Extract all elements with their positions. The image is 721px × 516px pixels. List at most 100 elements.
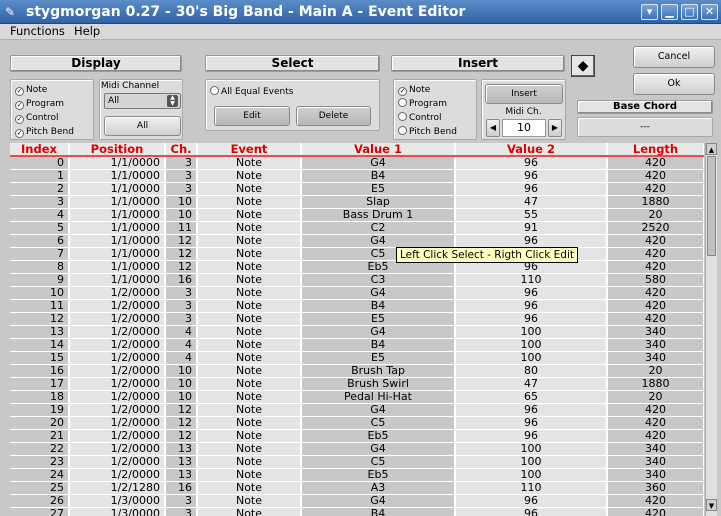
maximize-button[interactable]: □	[681, 4, 698, 20]
cell-event[interactable]: Note	[197, 286, 302, 300]
cell-value1[interactable]: E5	[301, 351, 456, 365]
cell-value2[interactable]: 100	[455, 468, 608, 482]
col-value2-header[interactable]: Value 2	[455, 143, 608, 157]
cell-index[interactable]: 26	[10, 494, 70, 508]
cell-event[interactable]: Note	[197, 468, 302, 482]
cell-position[interactable]: 1/1/0000	[69, 234, 166, 248]
cell-length[interactable]: 420	[607, 429, 704, 443]
cell-index[interactable]: 10	[10, 286, 70, 300]
table-row[interactable]: 10 1/2/0000 3 Note G4 96 420	[10, 286, 704, 300]
table-row[interactable]: 6 1/1/0000 12 Note G4 96 420	[10, 234, 704, 248]
cell-event[interactable]: Note	[197, 403, 302, 417]
table-row[interactable]: 12 1/2/0000 3 Note E5 96 420	[10, 312, 704, 326]
cell-position[interactable]: 1/2/0000	[69, 390, 166, 404]
cell-position[interactable]: 1/3/0000	[69, 494, 166, 508]
cell-index[interactable]: 22	[10, 442, 70, 456]
cell-length[interactable]: 360	[607, 481, 704, 495]
cell-value1[interactable]: G4	[301, 325, 456, 339]
cell-channel[interactable]: 13	[165, 442, 198, 456]
cell-position[interactable]: 1/1/0000	[69, 208, 166, 222]
cell-index[interactable]: 5	[10, 221, 70, 235]
display-pitchbend-checkbox[interactable]: ✓ Pitch Bend	[15, 125, 74, 139]
cell-channel[interactable]: 10	[165, 377, 198, 391]
cell-value1[interactable]: G4	[301, 442, 456, 456]
cell-event[interactable]: Note	[197, 416, 302, 430]
cell-value2[interactable]: 96	[455, 169, 608, 183]
cell-event[interactable]: Note	[197, 182, 302, 196]
cell-event[interactable]: Note	[197, 312, 302, 326]
cell-length[interactable]: 1880	[607, 195, 704, 209]
table-row[interactable]: 9 1/1/0000 16 Note C3 110 580	[10, 273, 704, 287]
cell-value2[interactable]: 47	[455, 377, 608, 391]
cell-value1[interactable]: A3	[301, 481, 456, 495]
cell-length[interactable]: 420	[607, 403, 704, 417]
cell-position[interactable]: 1/2/0000	[69, 429, 166, 443]
cell-event[interactable]: Note	[197, 338, 302, 352]
cell-channel[interactable]: 3	[165, 169, 198, 183]
table-row[interactable]: 19 1/2/0000 12 Note G4 96 420	[10, 403, 704, 417]
col-value1-header[interactable]: Value 1	[301, 143, 456, 157]
cell-position[interactable]: 1/3/0000	[69, 507, 166, 516]
table-row[interactable]: 2 1/1/0000 3 Note E5 96 420	[10, 182, 704, 196]
cell-value2[interactable]: 96	[455, 234, 608, 248]
cell-value1[interactable]: Brush Swirl	[301, 377, 456, 391]
cell-index[interactable]: 20	[10, 416, 70, 430]
cell-value1[interactable]: G4	[301, 156, 456, 170]
cell-value1[interactable]: G4	[301, 494, 456, 508]
cell-value2[interactable]: 96	[455, 182, 608, 196]
cell-value2[interactable]: 47	[455, 195, 608, 209]
cell-value2[interactable]: 55	[455, 208, 608, 222]
table-row[interactable]: 1 1/1/0000 3 Note B4 96 420	[10, 169, 704, 183]
cancel-button[interactable]: Cancel	[633, 46, 715, 68]
table-row[interactable]: 5 1/1/0000 11 Note C2 91 2520	[10, 221, 704, 235]
cell-channel[interactable]: 12	[165, 429, 198, 443]
cell-channel[interactable]: 3	[165, 182, 198, 196]
table-row[interactable]: 18 1/2/0000 10 Note Pedal Hi-Hat 65 20	[10, 390, 704, 404]
cell-position[interactable]: 1/1/0000	[69, 156, 166, 170]
cell-channel[interactable]: 16	[165, 481, 198, 495]
cell-channel[interactable]: 3	[165, 156, 198, 170]
cell-position[interactable]: 1/2/0000	[69, 351, 166, 365]
cell-position[interactable]: 1/2/0000	[69, 416, 166, 430]
cell-index[interactable]: 11	[10, 299, 70, 313]
cell-value1[interactable]: C3	[301, 273, 456, 287]
cell-value2[interactable]: 96	[455, 494, 608, 508]
cell-length[interactable]: 420	[607, 299, 704, 313]
cell-event[interactable]: Note	[197, 429, 302, 443]
cell-event[interactable]: Note	[197, 221, 302, 235]
cell-index[interactable]: 25	[10, 481, 70, 495]
cell-position[interactable]: 1/1/0000	[69, 169, 166, 183]
cell-value1[interactable]: Bass Drum 1	[301, 208, 456, 222]
cell-value1[interactable]: Brush Tap	[301, 364, 456, 378]
cell-event[interactable]: Note	[197, 455, 302, 469]
cell-position[interactable]: 1/2/0000	[69, 442, 166, 456]
cell-index[interactable]: 21	[10, 429, 70, 443]
col-index-header[interactable]: Index	[10, 143, 70, 157]
cell-position[interactable]: 1/2/0000	[69, 325, 166, 339]
cell-channel[interactable]: 4	[165, 338, 198, 352]
cell-value2[interactable]: 80	[455, 364, 608, 378]
cell-channel[interactable]: 3	[165, 507, 198, 516]
increment-button[interactable]: ▶	[548, 119, 562, 137]
cell-value2[interactable]: 91	[455, 221, 608, 235]
midi-channel-select[interactable]: All ▲ ▼	[104, 93, 181, 109]
table-row[interactable]: 17 1/2/0000 10 Note Brush Swirl 47 1880	[10, 377, 704, 391]
table-row[interactable]: 21 1/2/0000 12 Note Eb5 96 420	[10, 429, 704, 443]
cell-event[interactable]: Note	[197, 325, 302, 339]
cell-channel[interactable]: 12	[165, 403, 198, 417]
cell-position[interactable]: 1/1/0000	[69, 247, 166, 261]
cell-index[interactable]: 13	[10, 325, 70, 339]
cell-index[interactable]: 18	[10, 390, 70, 404]
table-row[interactable]: 14 1/2/0000 4 Note B4 100 340	[10, 338, 704, 352]
cell-event[interactable]: Note	[197, 494, 302, 508]
cell-length[interactable]: 420	[607, 247, 704, 261]
ok-button[interactable]: Ok	[633, 73, 715, 95]
cell-position[interactable]: 1/2/0000	[69, 377, 166, 391]
cell-length[interactable]: 420	[607, 234, 704, 248]
table-row[interactable]: 23 1/2/0000 13 Note C5 100 340	[10, 455, 704, 469]
table-row[interactable]: 11 1/2/0000 3 Note B4 96 420	[10, 299, 704, 313]
table-row[interactable]: 24 1/2/0000 13 Note Eb5 100 340	[10, 468, 704, 482]
cell-value2[interactable]: 65	[455, 390, 608, 404]
cell-index[interactable]: 2	[10, 182, 70, 196]
col-event-header[interactable]: Event	[197, 143, 302, 157]
